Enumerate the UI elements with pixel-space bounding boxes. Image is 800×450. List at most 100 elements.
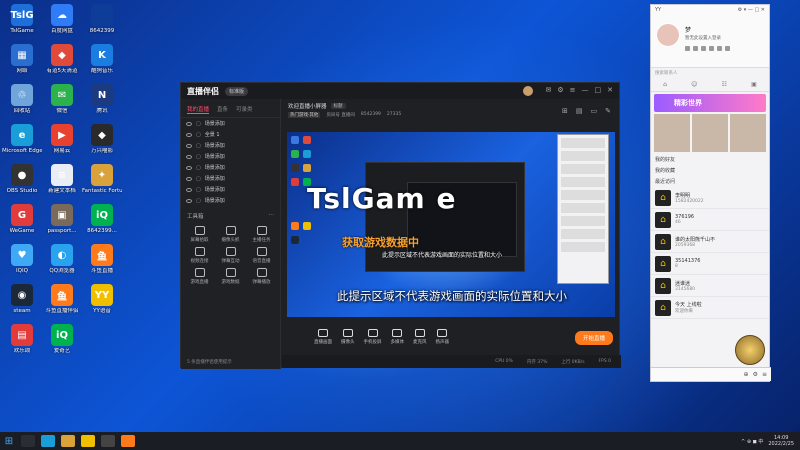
lock-icon[interactable]: ▢ <box>196 132 201 138</box>
passport-icon[interactable]: ▣ passport... <box>42 204 82 235</box>
id-label[interactable]: 8642399 <box>82 4 122 35</box>
taskbar-app-icon[interactable] <box>101 435 115 447</box>
douyu-companion-icon[interactable]: 鱼斗鱼直播伴侣 <box>42 284 82 315</box>
chat-user-avatar[interactable] <box>656 23 680 47</box>
huanle-icon[interactable]: ▤ 欢乐颂 <box>2 324 42 355</box>
section-friends[interactable]: 我的好友 <box>651 154 769 165</box>
source-button[interactable]: 直播画面 <box>314 329 332 345</box>
stream-category[interactable]: 热门游戏·其他 <box>288 112 321 118</box>
promo-thumbnails[interactable] <box>654 114 766 152</box>
iqiyi2-icon[interactable]: iQ 爱奇艺 <box>42 324 82 355</box>
maximize-icon[interactable]: □ <box>595 86 602 96</box>
contact-item[interactable]: ⌂ 今天 上线啦 欢迎你来 <box>651 297 769 319</box>
gift-icon[interactable]: ⊞ <box>562 107 568 115</box>
scene-item[interactable]: ▢ 场景添加 <box>181 162 280 173</box>
youdao-icon[interactable]: ◆ 有道5天清道 <box>42 44 82 75</box>
tool-button[interactable]: 屏幕拾取 <box>185 226 214 243</box>
mail-icon[interactable]: ✉ <box>545 86 551 96</box>
scene-item[interactable]: ▢ 场景添加 <box>181 173 280 184</box>
lock-icon[interactable]: ▢ <box>196 165 201 171</box>
menu-icon[interactable]: ≡ <box>762 371 767 378</box>
floating-mascot-icon[interactable] <box>735 335 765 365</box>
edge-icon[interactable]: e Microsoft Edge <box>2 124 42 155</box>
netease-icon[interactable]: ▶ 网易云 <box>42 124 82 155</box>
section-recent[interactable]: 最近访问 <box>651 176 769 187</box>
tool-button[interactable]: 弹幕互动 <box>216 247 245 264</box>
lock-icon[interactable]: ▢ <box>196 176 201 182</box>
scene-item[interactable]: ▢ 场景添加 <box>181 118 280 129</box>
settings-icon[interactable]: ⚙ <box>753 371 758 378</box>
stream-title[interactable]: 欢迎直播小屏器 <box>288 102 327 110</box>
gear-icon[interactable]: ⚙ <box>557 86 563 96</box>
more-icon[interactable]: ⋯ <box>269 212 275 220</box>
home-icon[interactable]: ⌂ <box>663 81 667 88</box>
network-icon[interactable]: ▦ 网络 <box>2 44 42 75</box>
monitor-icon[interactable]: ▭ <box>591 107 598 115</box>
tool-button[interactable]: 弹幕播放 <box>247 268 276 285</box>
tool-button[interactable]: 主播任务 <box>247 226 276 243</box>
douyu-icon[interactable]: 鱼斗鱼直播 <box>82 244 122 275</box>
iqiyi-icon[interactable]: iQ 8642399... <box>82 204 122 235</box>
add-icon[interactable]: ⊕ <box>744 371 749 378</box>
tool-button[interactable]: 游戏直播 <box>185 268 214 285</box>
source-button[interactable]: 麦克风 <box>413 329 427 345</box>
chat-user-signature[interactable]: 暂无此设置入登录 <box>685 35 721 41</box>
recycle-bin-icon[interactable]: ♲ 回收站 <box>2 84 42 115</box>
tab-zhitiao[interactable]: 直条 <box>217 105 228 114</box>
qq-browser-icon[interactable]: ◐ QQ浏览器 <box>42 244 82 275</box>
eye-icon[interactable] <box>186 198 192 203</box>
contact-item[interactable]: ⌂ 李明明 1582420022 <box>651 187 769 209</box>
baidu-netdisk-icon[interactable]: ☁ 百度网盘 <box>42 4 82 35</box>
wrench-icon[interactable]: ✎ <box>605 107 611 115</box>
source-button[interactable]: 摄像头 <box>341 329 355 345</box>
contact-item[interactable]: ⌂ 迷谁迷 3145680 <box>651 275 769 297</box>
filmora-icon[interactable]: ◆ 万兴喵影 <box>82 124 122 155</box>
chat-window-controls[interactable]: ⚙ ▾ — □ ✕ <box>738 7 765 13</box>
search-icon[interactable] <box>21 435 35 447</box>
taskbar-douyu-icon[interactable] <box>121 435 135 447</box>
menu-icon[interactable]: ≡ <box>570 86 576 96</box>
scene-item[interactable]: ▢ 场景添加 <box>181 184 280 195</box>
lock-icon[interactable]: ▢ <box>196 198 201 204</box>
source-button[interactable]: 多媒体 <box>391 329 404 345</box>
tool-button[interactable]: 摄像头抓 <box>216 226 245 243</box>
tips-link[interactable]: 5 条直播伴侣使用提示 <box>187 359 232 365</box>
contact-search-input[interactable]: 搜索联系人 <box>651 67 769 78</box>
wegame-icon[interactable]: G WeGame <box>2 204 42 235</box>
tool-button[interactable]: 游戏数据 <box>216 268 245 285</box>
lock-icon[interactable]: ▢ <box>196 154 201 160</box>
scene-item[interactable]: ▢ 场景添加 <box>181 140 280 151</box>
taskbar-folder-icon[interactable] <box>61 435 75 447</box>
eye-icon[interactable] <box>186 187 192 192</box>
tray-icons[interactable]: ^ ⊕ ◼ 中 <box>741 438 763 445</box>
clock[interactable]: 14:09 2022/2/25 <box>768 435 794 447</box>
kugou-icon[interactable]: K 酷狗音乐 <box>82 44 122 75</box>
game-icon[interactable]: ✦ Fantastic Fortune... <box>82 164 122 195</box>
text-doc-icon[interactable]: ≡ 新建文本档 <box>42 164 82 195</box>
scene-item[interactable]: ▢ 场景添加 <box>181 151 280 162</box>
layers-icon[interactable]: ▤ <box>576 107 583 115</box>
edition-badge[interactable]: 标准版 <box>225 86 249 96</box>
go-live-button[interactable]: 开始直播 <box>574 331 613 345</box>
minimize-icon[interactable]: — <box>582 86 589 96</box>
wechat-icon[interactable]: ✉ 微信 <box>42 84 82 115</box>
close-icon[interactable]: ✕ <box>607 86 613 96</box>
tool-button[interactable]: 语音直播 <box>247 247 276 264</box>
tab-my-live[interactable]: 我的直播 <box>187 105 210 114</box>
lock-icon[interactable]: ▢ <box>196 187 201 193</box>
channel-icon[interactable]: ▣ <box>751 81 757 88</box>
source-button[interactable]: 手机投屏 <box>364 329 382 345</box>
eye-icon[interactable] <box>186 143 192 148</box>
eye-icon[interactable] <box>186 121 192 126</box>
eye-icon[interactable] <box>186 154 192 159</box>
preview-canvas[interactable]: TslGam e 获取游戏数据中 此提示区域不代表游戏画面的实际位置和大小 此提… <box>287 132 615 317</box>
group-icon[interactable]: ☷ <box>722 81 727 88</box>
eye-icon[interactable] <box>186 165 192 170</box>
iqiq-icon[interactable]: ♥ IQIQ <box>2 244 42 275</box>
eye-icon[interactable] <box>186 132 192 137</box>
scene-item[interactable]: ▢ 场景添加 <box>181 195 280 206</box>
section-favorites[interactable]: 我的收藏 <box>651 165 769 176</box>
contact-item[interactable]: ⌂ 376196 46 <box>651 209 769 231</box>
scene-item[interactable]: ▢ 全景 1 <box>181 129 280 140</box>
windows-start-icon[interactable]: ⊞ <box>0 432 18 450</box>
